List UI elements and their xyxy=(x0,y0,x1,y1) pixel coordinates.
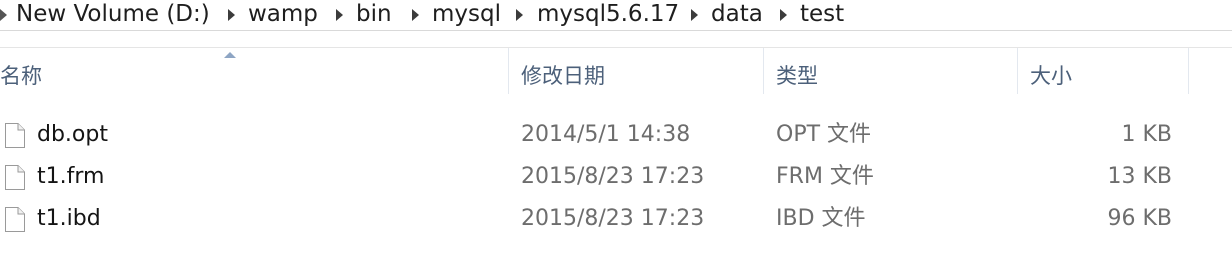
file-size: 1 KB xyxy=(1121,122,1172,147)
chevron-right-icon[interactable] xyxy=(228,9,235,21)
file-size: 13 KB xyxy=(1107,164,1172,189)
chevron-right-icon[interactable] xyxy=(691,9,698,21)
chevron-right-icon[interactable] xyxy=(780,9,787,21)
column-resize-handle[interactable] xyxy=(1017,48,1018,94)
breadcrumb-item-drive[interactable]: New Volume (D:) xyxy=(16,0,210,30)
file-icon xyxy=(5,165,25,190)
file-name[interactable]: t1.ibd xyxy=(37,199,101,239)
breadcrumb-item-wamp[interactable]: wamp xyxy=(248,0,318,30)
file-modified-date: 2015/8/23 17:23 xyxy=(521,206,705,231)
file-modified-date: 2014/5/1 14:38 xyxy=(521,122,691,147)
column-resize-handle[interactable] xyxy=(508,48,509,94)
file-modified-date: 2015/8/23 17:23 xyxy=(521,164,705,189)
file-name[interactable]: t1.frm xyxy=(37,157,104,197)
chevron-right-icon[interactable] xyxy=(336,9,343,21)
column-resize-handle[interactable] xyxy=(1188,48,1189,94)
file-type: IBD 文件 xyxy=(776,206,866,231)
sort-ascending-icon xyxy=(224,52,236,58)
breadcrumb: New Volume (D:) wamp bin mysql mysql5.6.… xyxy=(0,0,1232,30)
column-resize-handle[interactable] xyxy=(763,48,764,94)
chevron-right-icon[interactable] xyxy=(412,9,419,21)
toolbar-spacer xyxy=(0,31,1232,48)
column-header: 名称 修改日期 类型 大小 xyxy=(0,48,1232,94)
file-icon xyxy=(5,207,25,232)
chevron-right-icon[interactable] xyxy=(516,9,523,21)
file-name[interactable]: db.opt xyxy=(37,115,108,155)
breadcrumb-item-bin[interactable]: bin xyxy=(356,0,392,30)
file-type: FRM 文件 xyxy=(776,164,874,189)
list-item[interactable]: db.opt 2014/5/1 14:38 OPT 文件 1 KB xyxy=(0,115,1232,155)
breadcrumb-item-mysql5617[interactable]: mysql5.6.17 xyxy=(537,0,679,30)
file-icon xyxy=(5,123,25,148)
column-header-date[interactable]: 修改日期 xyxy=(521,48,605,94)
column-header-name[interactable]: 名称 xyxy=(0,48,42,94)
list-item[interactable]: t1.ibd 2015/8/23 17:23 IBD 文件 96 KB xyxy=(0,199,1232,239)
breadcrumb-item-mysql[interactable]: mysql xyxy=(432,0,501,30)
list-item[interactable]: t1.frm 2015/8/23 17:23 FRM 文件 13 KB xyxy=(0,157,1232,197)
breadcrumb-item-data[interactable]: data xyxy=(711,0,763,30)
file-size: 96 KB xyxy=(1107,206,1172,231)
column-header-type[interactable]: 类型 xyxy=(776,48,818,94)
chevron-right-icon[interactable] xyxy=(0,9,7,21)
file-type: OPT 文件 xyxy=(776,122,872,147)
breadcrumb-item-test[interactable]: test xyxy=(800,0,844,30)
column-header-size[interactable]: 大小 xyxy=(1030,48,1072,94)
